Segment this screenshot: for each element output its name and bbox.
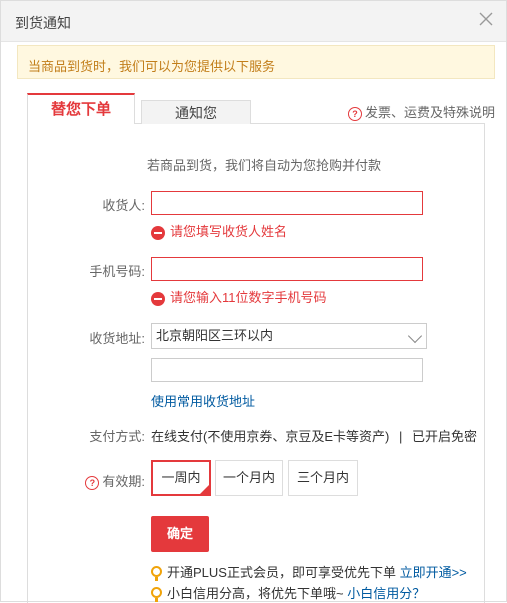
payment-divider: | [398,429,403,444]
notice-text: 当商品到货时，我们可以为您提供以下服务 [28,59,276,74]
validity-label-text: 有效期: [102,474,145,489]
lightbulb-icon [151,587,162,603]
payment-label: 支付方式: [89,429,145,444]
help-label: 发票、运费及特殊说明 [365,105,496,120]
confirm-button[interactable]: 确定 [151,516,209,552]
form-intro: 若商品到货，我们将自动为您抢购并付款 [147,158,382,173]
lightbulb-icon [151,566,162,582]
region-value: 北京朝阳区三环以内 [156,328,274,343]
validity-option-label: 一个月内 [222,470,275,485]
error-icon [151,225,165,240]
help-link[interactable]: ? 发票、运费及特殊说明 [348,102,495,121]
arrival-notice-dialog: 到货通知 当商品到货时，我们可以为您提供以下服务 替您下单 通知您 ? 发票、运费… [0,0,507,603]
validity-label: ? 有效期: [55,471,145,490]
dialog-title-bar: 到货通知 [1,1,506,42]
common-address-link[interactable]: 使用常用收货地址 [151,391,255,410]
phone-error-text: 请您输入11位数字手机号码 [170,290,327,305]
tab-notify-you[interactable]: 通知您 [141,100,251,124]
tip-plus: 开通PLUS正式会员，即可享受优先下单 立即开通>> [151,562,467,582]
question-circle-icon[interactable]: ? [85,475,100,490]
validity-option-label: 三个月内 [296,470,349,485]
receiver-input[interactable] [151,191,423,215]
receiver-error-text: 请您填写收货人姓名 [170,224,288,239]
tip-credit: 小白信用分高，将优先下单哦~ 小白信用分？ [151,583,425,603]
error-icon [151,291,165,306]
payment-value: 在线支付(不使用京券、京豆及E卡等资产) [151,429,390,444]
validity-option-three-months[interactable]: 三个月内 [288,460,358,496]
phone-label: 手机号码: [89,264,145,279]
region-select[interactable]: 北京朝阳区三环以内 [151,323,427,349]
tip-credit-text: 小白信用分高，将优先下单哦~ [167,586,344,601]
dialog-title: 到货通知 [15,15,71,31]
tip-plus-text: 开通PLUS正式会员，即可享受优先下单 [167,565,396,580]
receiver-error: 请您填写收货人姓名 [151,221,287,240]
tip-plus-link[interactable]: 立即开通>> [400,565,467,580]
notice-banner: 当商品到货时，我们可以为您提供以下服务 [17,45,495,79]
address-label: 收货地址: [89,331,145,346]
tab-order-for-you[interactable]: 替您下单 [27,93,135,124]
payment-status: 已开启免密 [411,429,477,444]
validity-option-week[interactable]: 一周内 [151,460,211,496]
phone-input[interactable] [151,257,423,281]
tip-credit-link[interactable]: 小白信用分？ [347,586,425,601]
question-circle-icon: ? [348,106,362,121]
close-icon[interactable] [478,11,494,27]
validity-option-month[interactable]: 一个月内 [215,460,283,496]
chevron-down-icon [407,328,423,344]
validity-option-label: 一周内 [161,470,201,485]
selected-corner-icon [200,485,209,494]
address-detail-input[interactable] [151,358,423,382]
payment-info: 在线支付(不使用京券、京豆及E卡等资产) | 已开启免密 [151,426,477,445]
phone-error: 请您输入11位数字手机号码 [151,287,327,306]
receiver-label: 收货人: [102,198,145,213]
